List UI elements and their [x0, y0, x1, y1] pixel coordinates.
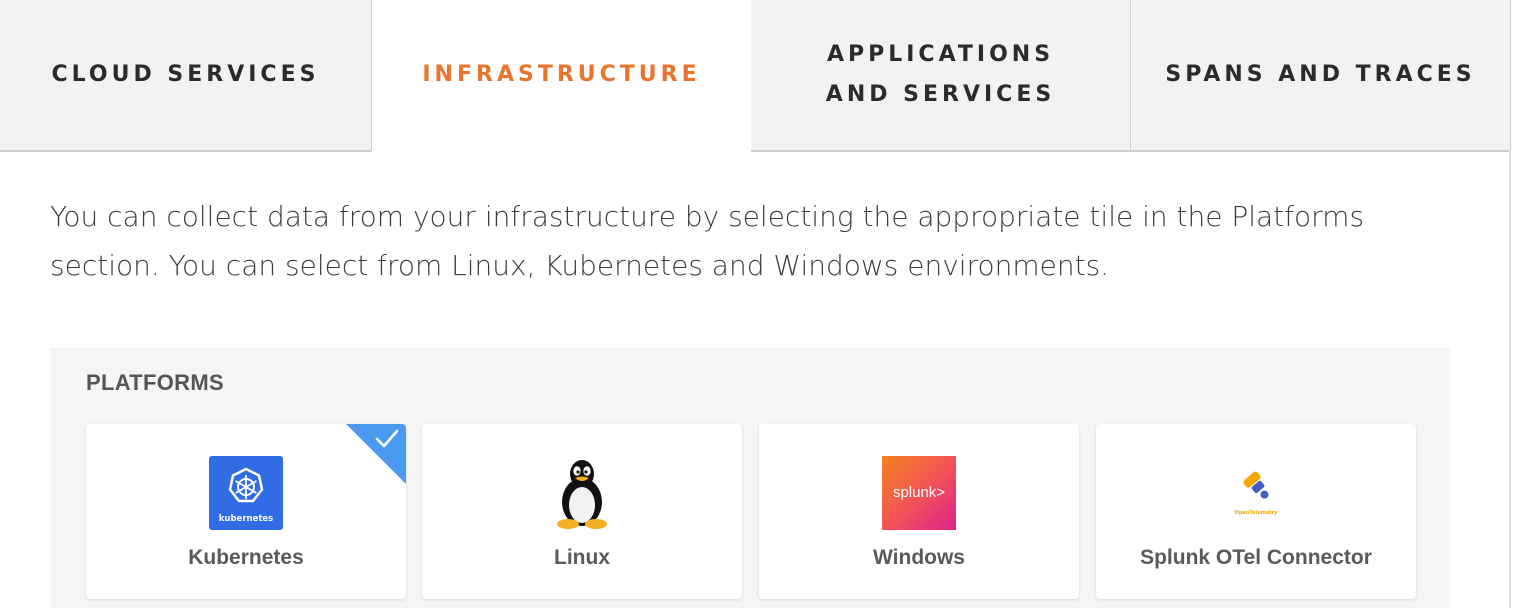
tab-applications-and-services[interactable]: APPLICATIONS AND SERVICES: [751, 0, 1131, 152]
tab-label: INFRASTRUCTURE: [422, 62, 701, 87]
checkmark-icon: [375, 429, 399, 448]
tile-windows[interactable]: splunk> Windows: [759, 424, 1079, 599]
opentelemetry-icon: OpenTelemetry: [1235, 471, 1278, 516]
intro-text: You can collect data from your infrastru…: [50, 200, 1365, 282]
tab-label: CLOUD SERVICES: [51, 62, 320, 87]
tab-label: SPANS AND TRACES: [1165, 62, 1476, 87]
tab-cloud-services[interactable]: CLOUD SERVICES: [0, 0, 372, 152]
kubernetes-icon: kubernetes: [209, 456, 283, 530]
tile-splunk-otel-connector[interactable]: OpenTelemetry Splunk OTel Connector: [1096, 424, 1416, 599]
splunk-logo-text: splunk>: [893, 484, 945, 501]
tab-infrastructure[interactable]: INFRASTRUCTURE: [371, 0, 752, 152]
tile-label: Splunk OTel Connector: [1140, 546, 1372, 569]
tab-bar: CLOUD SERVICES INFRASTRUCTURE APPLICATIO…: [0, 0, 1511, 152]
platforms-section: PLATFORMS kubernetes Kubernetes Linux sp…: [50, 348, 1450, 608]
panel-border: [1509, 150, 1511, 608]
tile-kubernetes[interactable]: kubernetes Kubernetes: [86, 424, 406, 599]
tux-penguin-icon: [557, 460, 607, 529]
splunk-icon: splunk>: [882, 456, 956, 530]
tile-label: Windows: [873, 546, 965, 569]
kubernetes-logo-text: kubernetes: [219, 514, 273, 524]
tile-label: Kubernetes: [188, 546, 304, 569]
opentelemetry-logo-text: OpenTelemetry: [1235, 510, 1278, 516]
tab-label: APPLICATIONS AND SERVICES: [825, 42, 1056, 107]
tab-spans-and-traces[interactable]: SPANS AND TRACES: [1131, 0, 1511, 152]
platforms-title: PLATFORMS: [86, 370, 224, 395]
tile-linux[interactable]: Linux: [422, 424, 742, 599]
tile-label: Linux: [554, 546, 610, 569]
